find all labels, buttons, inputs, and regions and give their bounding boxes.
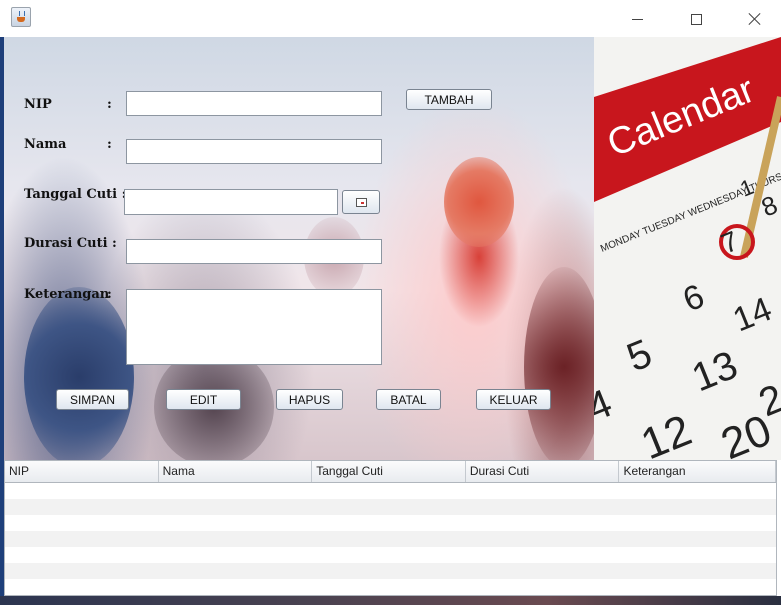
tanggal-cuti-field[interactable] — [124, 189, 338, 215]
nip-field[interactable] — [126, 91, 382, 116]
calendar-icon — [355, 197, 367, 207]
desktop-background-strip — [0, 596, 781, 605]
table-row — [5, 579, 776, 595]
hapus-button[interactable]: HAPUS — [276, 389, 343, 410]
edit-button[interactable]: EDIT — [166, 389, 241, 410]
tambah-button[interactable]: TAMBAH — [406, 89, 492, 110]
keterangan-colon: : — [107, 287, 112, 302]
column-header-keterangan[interactable]: Keterangan — [619, 461, 777, 482]
batal-button[interactable]: BATAL — [376, 389, 441, 410]
maximize-icon — [690, 13, 702, 25]
table-body[interactable] — [5, 483, 776, 595]
durasi-colon: : — [112, 236, 117, 251]
close-button[interactable] — [732, 6, 778, 32]
nip-colon: : — [107, 97, 112, 112]
keterangan-label: Keterangan — [24, 287, 110, 302]
cuti-table[interactable]: NIP Nama Tanggal Cuti Durasi Cuti Ketera… — [4, 460, 777, 596]
minimize-icon — [631, 18, 643, 20]
durasi-cuti-field[interactable] — [126, 239, 382, 264]
close-icon — [748, 12, 762, 26]
table-row — [5, 483, 776, 499]
column-header-tanggal-cuti[interactable]: Tanggal Cuti — [312, 461, 466, 482]
table-header: NIP Nama Tanggal Cuti Durasi Cuti Ketera… — [5, 461, 777, 483]
date-picker-button[interactable] — [342, 190, 380, 214]
nama-field[interactable] — [126, 139, 382, 164]
column-header-durasi-cuti[interactable]: Durasi Cuti — [466, 461, 620, 482]
table-row — [5, 563, 776, 579]
simpan-button[interactable]: SIMPAN — [56, 389, 129, 410]
column-header-nip[interactable]: NIP — [5, 461, 159, 482]
durasi-cuti-label: Durasi Cuti — [24, 236, 108, 251]
title-bar — [0, 0, 781, 37]
nama-colon: : — [107, 137, 112, 152]
calendar-illustration: Calendar MONDAY TUESDAY WEDNESDAY THURSD… — [594, 37, 781, 460]
keluar-button[interactable]: KELUAR — [476, 389, 551, 410]
minimize-button[interactable] — [614, 6, 660, 32]
nip-label: NIP — [24, 97, 52, 112]
table-row — [5, 531, 776, 547]
table-row — [5, 547, 776, 563]
nama-label: Nama — [24, 137, 67, 152]
maximize-button[interactable] — [673, 6, 719, 32]
java-cup-icon[interactable] — [11, 7, 31, 27]
calendar-image: Calendar MONDAY TUESDAY WEDNESDAY THURSD… — [594, 37, 781, 460]
keterangan-field[interactable] — [126, 289, 382, 365]
column-header-nama[interactable]: Nama — [159, 461, 313, 482]
table-row — [5, 499, 776, 515]
table-row — [5, 515, 776, 531]
tanggal-cuti-label: Tanggal Cuti : — [24, 187, 127, 202]
